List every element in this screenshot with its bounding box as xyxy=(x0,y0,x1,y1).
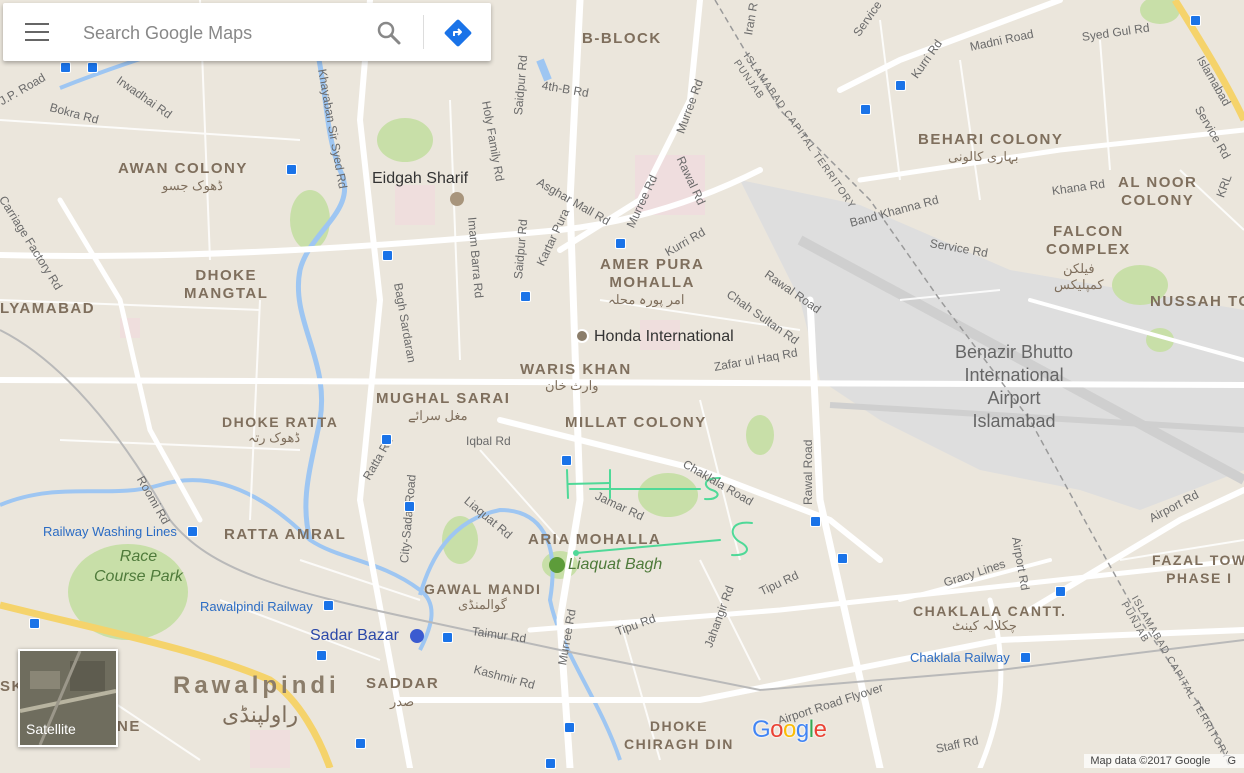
area-label-b-block: B-BLOCK xyxy=(582,30,662,47)
park-icon[interactable] xyxy=(549,557,565,573)
logo-letter: g xyxy=(795,716,809,743)
google-logo: Google xyxy=(752,716,827,744)
area-label-amer-pura: AMER PURA MOHALLA xyxy=(600,256,705,291)
search-divider xyxy=(423,15,424,49)
search-icon[interactable] xyxy=(375,19,403,47)
area-label-dhoke-chiragh-din: DHOKE CHIRAGH DIN xyxy=(624,718,734,752)
area-label-dhoke-ratta-urdu: ڈھوک رتہ xyxy=(248,430,301,445)
bus-stop-icon[interactable] xyxy=(29,618,40,629)
logo-letter: e xyxy=(813,716,827,743)
poi-chaklala-railway[interactable]: Chaklala Railway xyxy=(910,650,1010,665)
train-station-icon[interactable] xyxy=(323,600,334,611)
menu-icon[interactable] xyxy=(25,23,49,41)
map-canvas[interactable]: B-BLOCK AWAN COLONY ڈھوک جسو DHOKE MANGT… xyxy=(0,0,1244,772)
city-label-rawalpindi-urdu: راولپنڈی xyxy=(222,702,299,727)
bus-stop-icon[interactable] xyxy=(60,62,71,73)
area-label-saddar: SADDAR xyxy=(366,675,440,692)
area-label-chaklala-cantt-urdu: چکلالہ کینٹ xyxy=(952,618,1017,633)
bus-stop-icon[interactable] xyxy=(316,650,327,661)
bus-stop-icon[interactable] xyxy=(520,291,531,302)
area-label-dhoke-mangtal: DHOKE MANGTAL xyxy=(184,267,269,302)
area-label-al-noor: AL NOOR COLONY xyxy=(1118,174,1198,209)
bus-stop-icon[interactable] xyxy=(860,104,871,115)
search-box xyxy=(3,3,491,61)
area-label-waris-khan-urdu: وارث خان xyxy=(545,378,599,393)
area-label-mughal-sarai: MUGHAL SARAI xyxy=(376,390,511,407)
shop-pin-icon[interactable] xyxy=(575,329,589,343)
area-label-behari-colony: BEHARI COLONY xyxy=(918,131,1064,148)
area-label-falcon-complex-urdu: فیلکن کمپلیکس xyxy=(1054,261,1104,292)
bus-stop-icon[interactable] xyxy=(286,164,297,175)
poi-eidgah-sharif[interactable]: Eidgah Sharif xyxy=(372,170,468,188)
bus-stop-icon[interactable] xyxy=(810,516,821,527)
bus-stop-icon[interactable] xyxy=(442,632,453,643)
area-label-awan-colony-urdu: ڈھوک جسو xyxy=(162,178,223,193)
logo-letter: o xyxy=(770,716,784,743)
mosque-icon[interactable] xyxy=(450,192,464,206)
area-label-gawal-mandi-urdu: گوالمنڈی xyxy=(458,597,507,612)
area-label-amer-pura-urdu: امر پورہ محلہ xyxy=(608,292,685,307)
poi-race-course-park[interactable]: Race Course Park xyxy=(94,547,183,587)
area-label-awan-colony: AWAN COLONY xyxy=(118,160,248,177)
area-label-nussah-town: NUSSAH TO xyxy=(1150,293,1244,310)
logo-letter: o xyxy=(783,716,796,743)
area-label-aria-mohalla: ARIA MOHALLA xyxy=(528,531,662,548)
city-label-rawalpindi: Rawalpindi xyxy=(173,672,340,699)
area-label-mughal-sarai-urdu: مغل سرائے xyxy=(408,408,468,423)
area-label-ne: NE xyxy=(117,718,141,735)
train-station-icon[interactable] xyxy=(1020,652,1031,663)
area-label-fazal-town: FAZAL TOW PHASE I xyxy=(1152,552,1244,586)
directions-icon[interactable] xyxy=(443,18,473,48)
bus-stop-icon[interactable] xyxy=(382,250,393,261)
area-label-millat-colony: MILLAT COLONY xyxy=(565,414,707,431)
bus-stop-icon[interactable] xyxy=(381,434,392,445)
area-label-saddar-urdu: صدر xyxy=(390,694,415,709)
area-label-behari-colony-urdu: بہاری کالونی xyxy=(948,149,1019,164)
area-label-gawal-mandi: GAWAL MANDI xyxy=(424,581,542,597)
satellite-label: Satellite xyxy=(26,721,76,737)
poi-liaquat-bagh[interactable]: Liaquat Bagh xyxy=(568,555,662,575)
poi-rawalpindi-railway[interactable]: Rawalpindi Railway xyxy=(200,599,313,614)
train-station-icon[interactable] xyxy=(187,526,198,537)
area-label-waris-khan: WARIS KHAN xyxy=(520,361,632,378)
poi-honda-international[interactable]: Honda International xyxy=(594,328,734,346)
bus-stop-icon[interactable] xyxy=(561,455,572,466)
shopping-cart-icon[interactable] xyxy=(410,629,424,643)
bus-stop-icon[interactable] xyxy=(355,738,366,749)
logo-letter: G xyxy=(752,716,771,743)
attribution-tail[interactable]: G xyxy=(1227,755,1236,767)
airport-label: Benazir Bhutto International Airport Isl… xyxy=(955,342,1074,431)
poi-sadar-bazar[interactable]: Sadar Bazar xyxy=(310,627,399,645)
bus-stop-icon[interactable] xyxy=(895,80,906,91)
search-input[interactable] xyxy=(81,17,365,49)
bus-stop-icon[interactable] xyxy=(837,553,848,564)
area-label-dhoke-ratta: DHOKE RATTA xyxy=(222,414,339,430)
road-label: Iqbal Rd xyxy=(466,434,511,448)
bus-stop-icon[interactable] xyxy=(1055,586,1066,597)
area-label-ratta-amral: RATTA AMRAL xyxy=(224,526,347,543)
bus-stop-icon[interactable] xyxy=(1190,15,1201,26)
bus-stop-icon[interactable] xyxy=(564,722,575,733)
bus-stop-icon[interactable] xyxy=(87,62,98,73)
satellite-toggle-button[interactable]: Satellite xyxy=(18,649,118,747)
attribution-text: Map data ©2017 Google xyxy=(1090,755,1211,767)
map-attribution[interactable]: Map data ©2017 Google G xyxy=(1084,754,1244,768)
road-label: Rawal Road xyxy=(801,439,815,505)
bus-stop-icon[interactable] xyxy=(545,758,556,769)
area-label-falcon-complex: FALCON COMPLEX xyxy=(1046,223,1131,258)
bus-stop-icon[interactable] xyxy=(615,238,626,249)
area-label-lyamabad: LYAMABAD xyxy=(0,300,96,317)
poi-railway-washing-lines[interactable]: Railway Washing Lines xyxy=(43,524,177,539)
bus-stop-icon[interactable] xyxy=(404,501,415,512)
